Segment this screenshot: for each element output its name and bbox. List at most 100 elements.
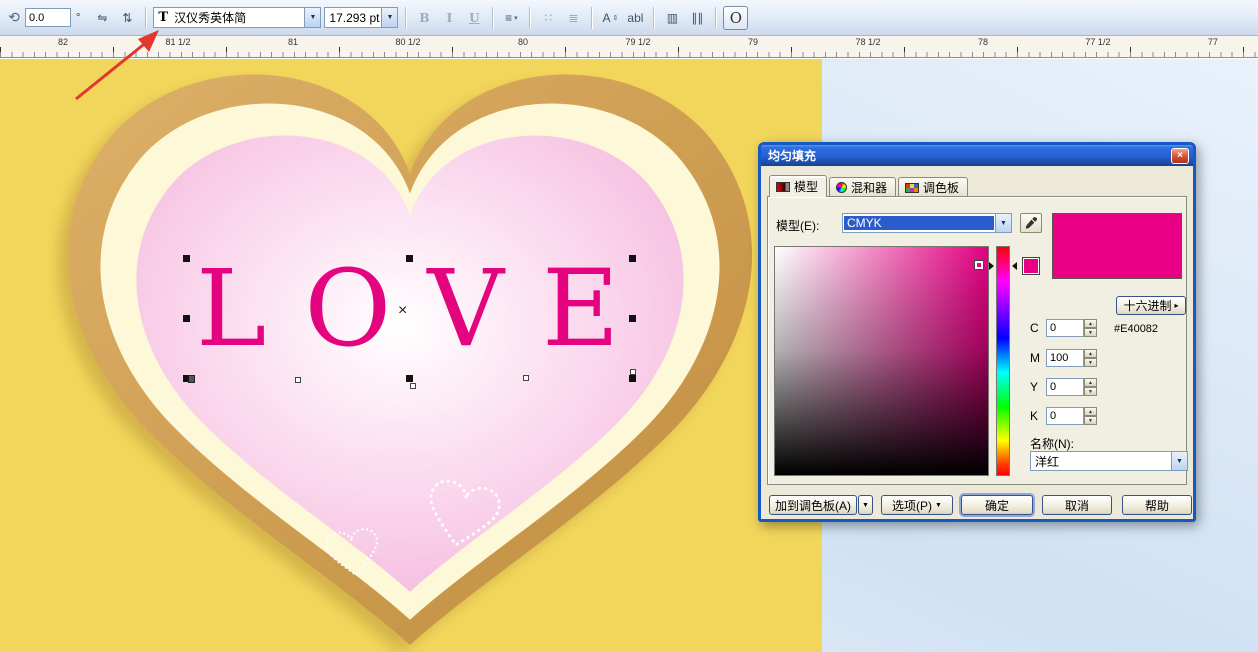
channel-label: C: [1030, 321, 1039, 335]
channel-k-spinner[interactable]: ▲ ▼: [1084, 407, 1097, 425]
ok-button[interactable]: 确定: [961, 495, 1033, 515]
tab-label: 调色板: [923, 181, 960, 195]
italic-button[interactable]: I: [438, 7, 460, 29]
color-name-select[interactable]: 洋红 ▼: [1030, 451, 1188, 471]
spin-down-icon[interactable]: ▼: [1084, 416, 1097, 425]
cmyk-row-c: C ▲ ▼: [1030, 319, 1097, 337]
dialog-titlebar[interactable]: 均匀填充 ×: [761, 145, 1193, 166]
bullet-list-button[interactable]: ∷: [537, 7, 559, 29]
text-alignment-button[interactable]: ≡ ▾: [500, 7, 522, 29]
channel-m-input[interactable]: [1046, 349, 1084, 367]
dialog-tabs: 模型 混和器 调色板: [769, 175, 970, 197]
char-format-arrows-icon: ⇕: [612, 14, 619, 22]
add-to-palette-button[interactable]: 加到调色板(A): [769, 495, 857, 515]
font-size-select[interactable]: 17.293 pt ▼: [324, 7, 399, 28]
cancel-button[interactable]: 取消: [1042, 495, 1112, 515]
edit-text-button[interactable]: abl: [624, 7, 646, 29]
mirror-horizontal-button[interactable]: ⇋: [91, 7, 113, 29]
ruler-label: 82: [58, 37, 69, 47]
toolbar-separator: [653, 6, 655, 29]
channel-y-spinner[interactable]: ▲ ▼: [1084, 378, 1097, 396]
lock-node: [188, 375, 195, 383]
selection-handle[interactable]: [629, 315, 636, 322]
char-format-icon: A: [602, 10, 611, 25]
glyph-node[interactable]: [410, 383, 416, 389]
selection-handle[interactable]: [183, 255, 190, 262]
ruler-label: 77: [1207, 37, 1218, 47]
selection-handle[interactable]: [406, 375, 413, 382]
spin-down-icon[interactable]: ▼: [1084, 328, 1097, 337]
selection-handle[interactable]: [629, 375, 636, 382]
options-button[interactable]: 选项(P) ▼: [881, 495, 953, 515]
selection-handle[interactable]: [629, 255, 636, 262]
add-to-palette-dropdown-button[interactable]: ▼: [858, 495, 873, 515]
selection-center-marker[interactable]: ×: [398, 302, 407, 320]
font-size-dropdown-icon[interactable]: ▼: [381, 8, 398, 27]
ruler-label: 80: [517, 37, 528, 47]
hue-handle-right-icon[interactable]: [1012, 262, 1017, 270]
mirror-vertical-button[interactable]: ⇅: [116, 7, 138, 29]
underline-button[interactable]: U: [463, 7, 485, 29]
hue-handle-left-icon[interactable]: [989, 262, 994, 270]
color-model-select[interactable]: CMYK ▼: [842, 213, 1012, 233]
hexadecimal-label: 十六进制: [1123, 299, 1172, 313]
uniform-fill-dialog: 均匀填充 × 模型 混和器 调色板 模型(E): CMYK ▼ 十六进制 ▸ #…: [758, 142, 1196, 522]
font-family-dropdown-icon[interactable]: ▼: [304, 8, 321, 27]
color-name-dropdown-icon[interactable]: ▼: [1171, 452, 1187, 470]
spin-up-icon[interactable]: ▲: [1084, 407, 1097, 416]
name-label: 名称(N):: [1030, 437, 1074, 451]
cmyk-row-y: Y ▲ ▼: [1030, 378, 1097, 396]
options-dropdown-icon: ▼: [935, 501, 942, 509]
glyph-node[interactable]: [295, 377, 301, 383]
spin-up-icon[interactable]: ▲: [1084, 378, 1097, 387]
color-field[interactable]: [774, 246, 989, 476]
character-formatting-button[interactable]: A ⇕: [599, 7, 621, 29]
close-button[interactable]: ×: [1171, 147, 1189, 164]
eyedropper-button[interactable]: [1020, 213, 1042, 233]
palettes-tab-icon: [905, 182, 920, 193]
character-o-button[interactable]: O: [723, 5, 749, 30]
selection-handle[interactable]: [183, 315, 190, 322]
hue-slider[interactable]: [996, 246, 1010, 476]
align-icon: ≡: [505, 10, 513, 25]
love-text[interactable]: LOVE: [196, 256, 657, 362]
drop-cap-button[interactable]: ≣: [562, 7, 584, 29]
channel-k-input[interactable]: [1046, 407, 1084, 425]
tab-models[interactable]: 模型: [769, 175, 828, 197]
help-button[interactable]: 帮助: [1122, 495, 1192, 515]
font-family-select[interactable]: T 汉仪秀英体简 ▼: [153, 7, 322, 28]
dropdown-icon: ▼: [862, 501, 869, 509]
tab-label: 混和器: [851, 181, 888, 195]
ruler-labels: 82 81 1/2 81 80 1/2 80 79 1/2 79 78 1/2 …: [58, 37, 1218, 47]
columns-button[interactable]: ▥: [661, 7, 683, 29]
glyph-node[interactable]: [523, 375, 529, 381]
hexadecimal-button[interactable]: 十六进制 ▸: [1116, 296, 1186, 315]
toolbar-separator: [591, 6, 593, 29]
rotation-angle-input[interactable]: [25, 8, 71, 27]
models-tab-panel: 模型(E): CMYK ▼ 十六进制 ▸ #E40082 C 0 ▲ ▼ M 1…: [767, 196, 1188, 485]
color-field-marker[interactable]: [975, 261, 983, 269]
spin-up-icon[interactable]: ▲: [1084, 319, 1097, 328]
spin-up-icon[interactable]: ▲: [1084, 349, 1097, 358]
selection-handle[interactable]: [406, 255, 413, 262]
spin-down-icon[interactable]: ▼: [1084, 358, 1097, 367]
ruler-label: 78: [977, 37, 988, 47]
current-color-swatch[interactable]: [1022, 257, 1040, 275]
spin-down-icon[interactable]: ▼: [1084, 387, 1097, 396]
dialog-title: 均匀填充: [768, 149, 817, 163]
vertical-text-button[interactable]: ∥∥: [686, 7, 708, 29]
channel-c-input[interactable]: [1046, 319, 1084, 337]
font-icon: T: [158, 10, 169, 25]
tab-palettes[interactable]: 调色板: [898, 177, 969, 197]
channel-y-input[interactable]: [1046, 378, 1084, 396]
channel-c-spinner[interactable]: ▲ ▼: [1084, 319, 1097, 337]
horizontal-ruler[interactable]: 82 81 1/2 81 80 1/2 80 79 1/2 79 78 1/2 …: [0, 36, 1258, 58]
tab-mixers[interactable]: 混和器: [829, 177, 897, 197]
bold-button[interactable]: B: [413, 7, 435, 29]
hex-value: #E40082: [1114, 323, 1159, 335]
glyph-node[interactable]: [630, 369, 636, 375]
channel-m-spinner[interactable]: ▲ ▼: [1084, 349, 1097, 367]
color-model-dropdown-icon[interactable]: ▼: [995, 214, 1011, 232]
mirror-vertical-icon: ⇅: [122, 10, 133, 25]
options-label: 选项(P): [892, 498, 933, 513]
